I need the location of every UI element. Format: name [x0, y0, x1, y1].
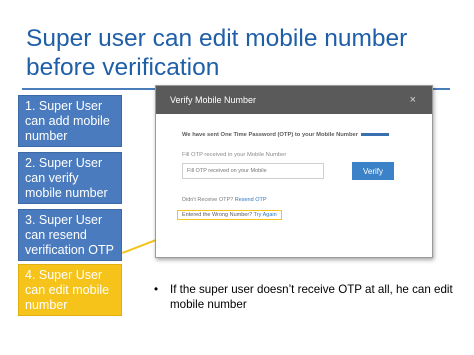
try-again-link[interactable]: Try Again	[254, 212, 277, 218]
dialog-title: Verify Mobile Number	[170, 95, 257, 105]
otp-row: Verify	[182, 162, 418, 181]
verify-mobile-dialog: Verify Mobile Number × We have sent One …	[155, 85, 433, 258]
resend-line: Didn't Receive OTP? Resend OTP	[182, 197, 418, 203]
close-icon[interactable]: ×	[410, 86, 416, 114]
didnt-receive-text: Didn't Receive OTP?	[182, 197, 234, 203]
otp-input[interactable]	[182, 163, 324, 179]
step-edit-mobile: 4. Super User can edit mobile number	[18, 264, 122, 316]
wrong-number-line: Entered the Wrong Number? Try Again	[177, 210, 282, 220]
otp-sent-text: We have sent One Time Password (OTP) to …	[182, 132, 358, 138]
resend-otp-link[interactable]: Resend OTP	[235, 197, 267, 203]
slide-title: Super user can edit mobile number before…	[26, 25, 408, 81]
masked-mobile-number	[360, 132, 389, 136]
wrong-number-text: Entered the Wrong Number?	[182, 212, 253, 218]
otp-field-label: Fill OTP received in your Mobile Number	[182, 152, 287, 158]
step-verify-mobile: 2. Super User can verify mobile number	[18, 152, 122, 204]
step-add-mobile: 1. Super User can add mobile number	[18, 95, 122, 147]
otp-sent-message: We have sent One Time Password (OTP) to …	[182, 132, 418, 138]
dialog-body: We have sent One Time Password (OTP) to …	[156, 114, 432, 221]
note-text: If the super user doesn’t receive OTP at…	[170, 283, 453, 311]
dialog-header: Verify Mobile Number ×	[156, 86, 432, 114]
verify-button[interactable]: Verify	[352, 162, 394, 180]
step-resend-otp: 3. Super User can resend verification OT…	[18, 209, 122, 261]
bullet-mark: •	[154, 283, 159, 296]
